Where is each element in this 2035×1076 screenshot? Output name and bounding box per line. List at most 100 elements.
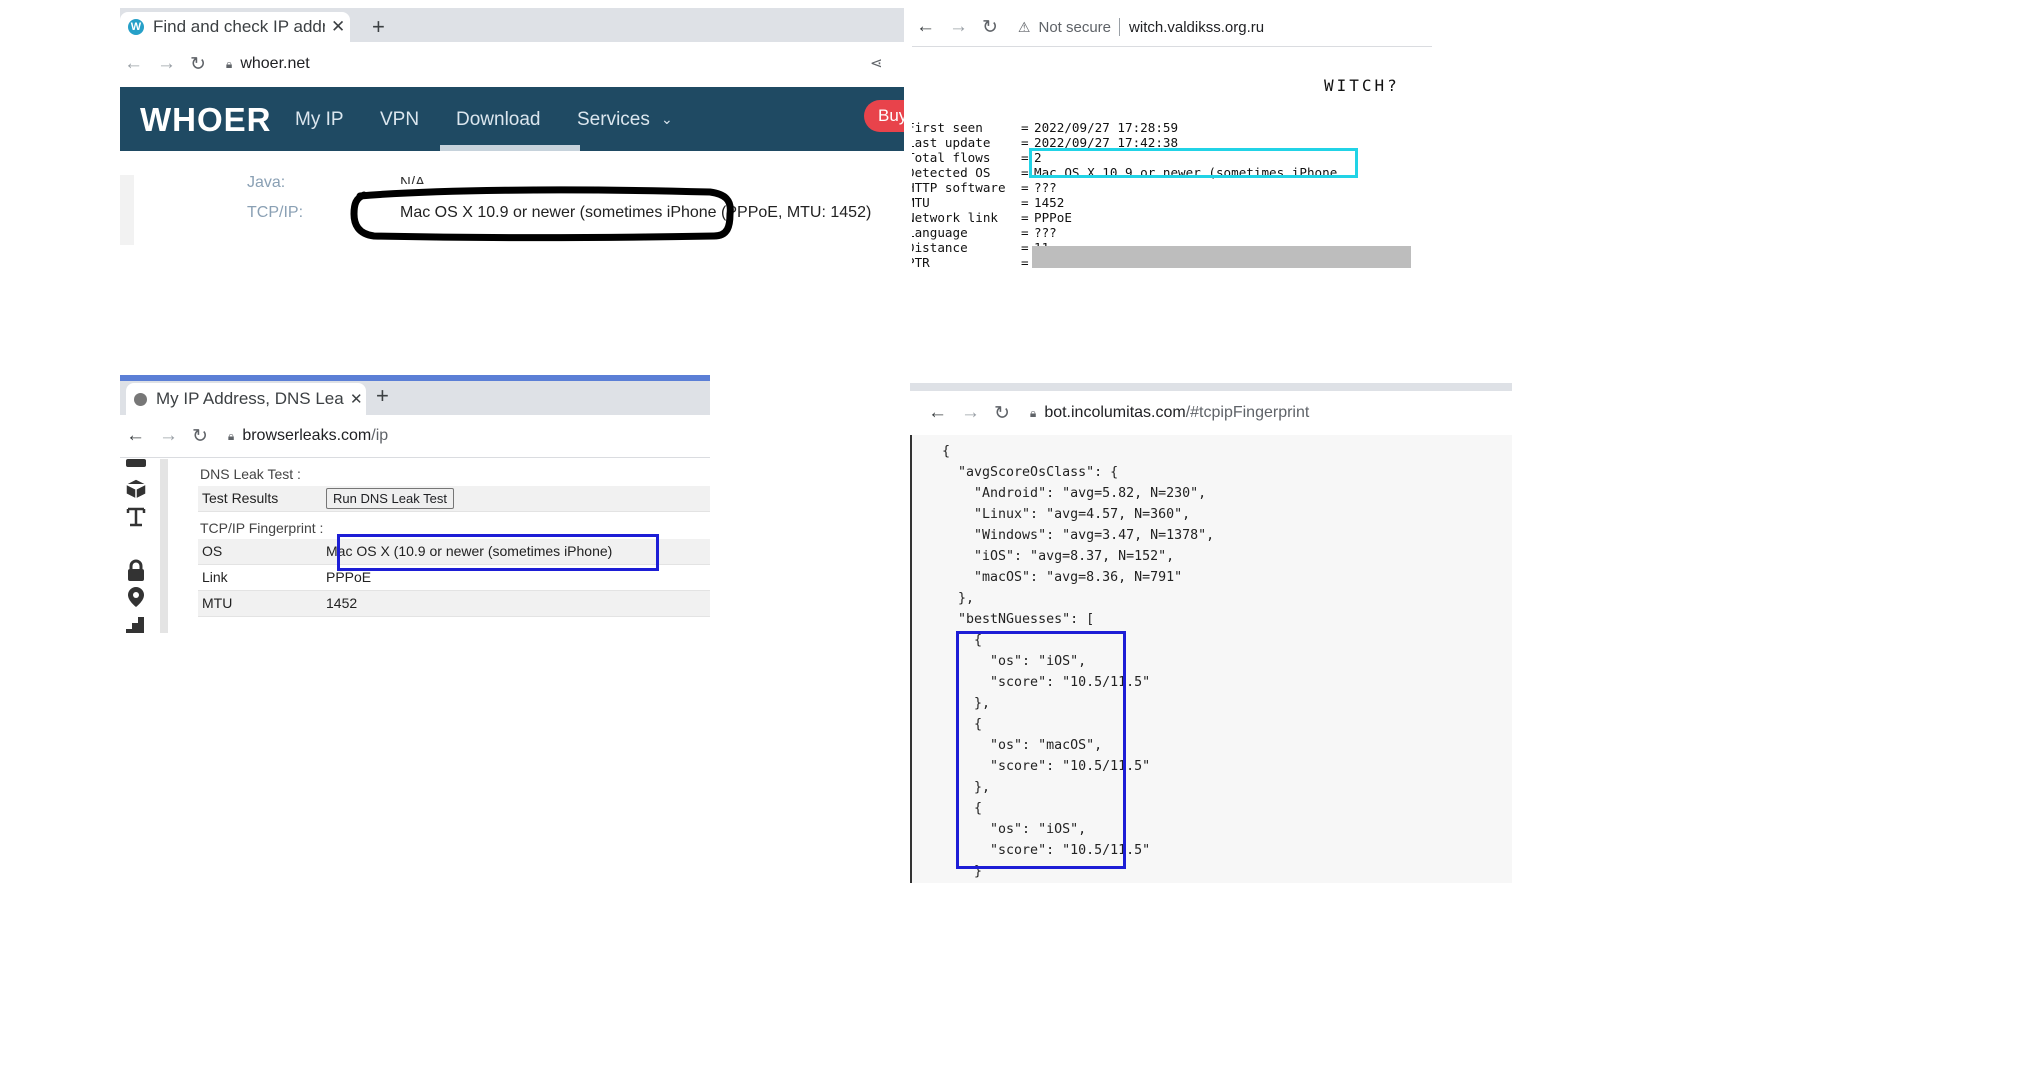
inc-tabstrip (910, 383, 1512, 391)
cube-icon[interactable] (124, 477, 148, 501)
nav-download-underline (440, 145, 580, 151)
lock-icon: 🔒︎ (227, 428, 235, 443)
witch-value: ??? (1034, 180, 1057, 195)
json-line: "Android": "avg=5.82, N=230", (942, 486, 1207, 501)
lock-icon: 🔒︎ (225, 56, 233, 71)
os-label: OS (202, 543, 223, 559)
witch-equals: = (1021, 255, 1029, 270)
witch-title: WITCH? (1324, 76, 1400, 95)
bl-tab[interactable]: My IP Address, DNS Lea ✕ (126, 383, 366, 415)
witch-value: ??? (1034, 225, 1057, 240)
browserleaks-panel: My IP Address, DNS Lea ✕ + ← → ↻ 🔒︎ brow… (120, 375, 710, 633)
reload-icon[interactable]: ↻ (982, 16, 998, 39)
back-arrow-icon[interactable]: ← (124, 53, 143, 75)
buy-button[interactable]: Buy (864, 100, 904, 132)
bl-toolbar-border (120, 457, 710, 458)
java-value: N/A (400, 174, 426, 184)
forward-arrow-icon[interactable]: → (159, 425, 178, 447)
close-icon[interactable]: ✕ (350, 390, 363, 408)
link-label: Link (202, 569, 228, 585)
new-tab-icon[interactable]: + (372, 14, 385, 40)
share-icon[interactable]: ⋖ (870, 54, 883, 72)
json-line: }, (942, 591, 975, 606)
map-pin-icon[interactable] (124, 585, 148, 609)
mtu-row: MTU 1452 (198, 591, 710, 617)
witch-url[interactable]: witch.valdikss.org.ru (1129, 19, 1264, 36)
reload-icon[interactable]: ↻ (994, 402, 1010, 425)
back-arrow-icon[interactable]: ← (928, 402, 947, 424)
json-line: "Windows": "avg=3.47, N=1378", (942, 528, 1215, 543)
witch-key: Network link (912, 210, 998, 225)
nav-download[interactable]: Download (456, 109, 541, 131)
witch-key: Last update (912, 135, 991, 150)
witch-key: HTTP software (912, 180, 1006, 195)
whoer-url[interactable]: whoer.net (240, 55, 309, 73)
test-results-label: Test Results (202, 490, 279, 506)
inc-left-rule (910, 435, 912, 883)
json-line: "bestNGuesses": [ (942, 612, 1095, 627)
witch-toolbar-border (912, 46, 1432, 47)
tcpip-label: TCP/IP: (247, 204, 304, 221)
json-line: "iOS": "avg=8.37, N=152", (942, 549, 1175, 564)
witch-panel: ← → ↻ ⚠ Not secure witch.valdikss.org.ru… (912, 8, 1432, 270)
new-tab-icon[interactable]: + (376, 383, 389, 409)
lock-icon[interactable] (124, 559, 148, 583)
json-line: "Linux": "avg=4.57, N=360", (942, 507, 1191, 522)
whoer-logo[interactable]: WHOER (140, 101, 272, 139)
chevron-down-icon: ⌄ (661, 111, 673, 127)
witch-equals: = (1021, 180, 1029, 195)
witch-key: Language (912, 225, 968, 240)
mtu-value: 1452 (326, 595, 358, 611)
bl-toolbar: ← → ↻ 🔒︎ browserleaks.com/ip (120, 415, 710, 457)
inc-url[interactable]: bot.incolumitas.com/#tcpipFingerprint (1044, 404, 1309, 422)
witch-key: PTR (912, 255, 930, 270)
witch-equals: = (1021, 195, 1029, 210)
inc-url-path: /#tcpipFingerprint (1185, 404, 1310, 421)
forward-arrow-icon[interactable]: → (961, 402, 980, 424)
whoer-tab[interactable]: W Find and check IP addr ✕ (120, 12, 350, 42)
forward-arrow-icon[interactable]: → (949, 16, 968, 38)
link-value: PPPoE (326, 569, 372, 585)
box-icon[interactable] (126, 459, 146, 467)
whoer-toolbar: ← → ↻ 🔒︎ whoer.net ⋖ (120, 42, 904, 86)
witch-equals: = (1021, 165, 1029, 180)
highlight-blue-box (337, 534, 659, 571)
nav-services[interactable]: Services (577, 109, 650, 131)
highlight-cyan-box (1029, 148, 1358, 178)
witch-equals: = (1021, 210, 1029, 225)
witch-value: 1452 (1034, 195, 1065, 210)
test-results-row: Test Results Run DNS Leak Test (198, 486, 710, 512)
inc-toolbar: ← → ↻ 🔒︎ bot.incolumitas.com/#tcpipFinge… (910, 391, 1512, 435)
bl-url-host: browserleaks.com (242, 427, 372, 444)
witch-equals: = (1021, 150, 1029, 165)
reload-icon[interactable]: ↻ (192, 425, 208, 448)
witch-key: First seen (912, 120, 983, 135)
lock-icon: 🔒︎ (1029, 405, 1037, 420)
back-arrow-icon[interactable]: ← (916, 16, 935, 38)
bl-sidebar (120, 459, 156, 633)
warning-icon: ⚠ (1017, 18, 1031, 35)
json-line: { (942, 444, 951, 459)
nav-vpn[interactable]: VPN (380, 109, 419, 131)
whoer-tab-title: Find and check IP addr (153, 17, 325, 36)
stairs-icon[interactable] (124, 613, 148, 633)
bl-tab-title: My IP Address, DNS Lea (156, 389, 344, 408)
forward-arrow-icon[interactable]: → (157, 53, 176, 75)
inc-url-host: bot.incolumitas.com (1044, 404, 1186, 421)
json-line: "macOS": "avg=8.36, N=791" (942, 570, 1183, 585)
reload-icon[interactable]: ↻ (190, 53, 206, 76)
close-icon[interactable]: ✕ (331, 17, 345, 37)
bl-tabstrip: My IP Address, DNS Lea ✕ + (120, 381, 710, 415)
mtu-label: MTU (202, 595, 233, 611)
not-secure-label: Not secure (1038, 18, 1112, 36)
text-cursor-icon[interactable] (124, 505, 148, 529)
witch-equals: = (1021, 240, 1029, 255)
json-line: "avgScoreOsClass": { (942, 465, 1119, 480)
nav-my-ip[interactable]: My IP (295, 109, 344, 131)
whoer-content-strip (120, 175, 134, 245)
back-arrow-icon[interactable]: ← (126, 425, 145, 447)
run-dns-leak-test-button[interactable]: Run DNS Leak Test (326, 488, 454, 509)
dns-section-label: DNS Leak Test : (200, 466, 301, 482)
bl-url[interactable]: browserleaks.com/ip (242, 427, 388, 445)
bl-favicon-icon (134, 392, 147, 406)
